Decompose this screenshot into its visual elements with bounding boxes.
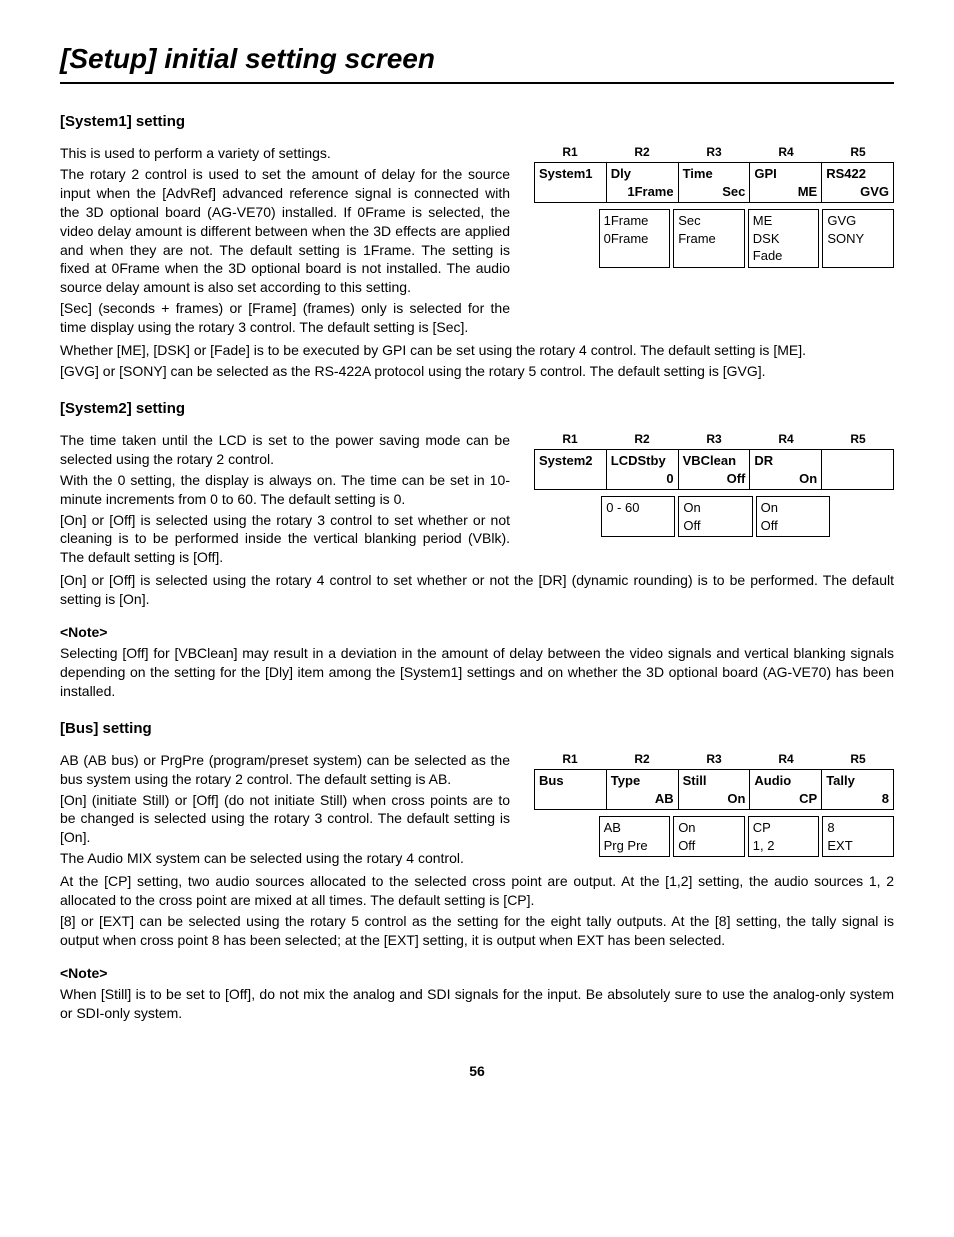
system2-p2: With the 0 setting, the display is alway… [60, 471, 510, 509]
system1-options: 1Frame0Frame SecFrame MEDSKFade GVGSONY [534, 209, 894, 268]
bus-p1: AB (AB bus) or PrgPre (program/preset sy… [60, 751, 510, 789]
rotary-labels: R1R2R3R4R5 [534, 144, 894, 160]
system1-intro: This is used to perform a variety of set… [60, 144, 510, 163]
bus-p2: [On] (initiate Still) or [Off] (do not i… [60, 791, 510, 848]
system1-p2: [Sec] (seconds + frames) or [Frame] (fra… [60, 299, 510, 337]
system1-heading: [System1] setting [60, 112, 894, 132]
system2-p4: [On] or [Off] is selected using the rota… [60, 571, 894, 609]
bus-heading: [Bus] setting [60, 719, 894, 739]
system1-p4: [GVG] or [SONY] can be selected as the R… [60, 362, 894, 381]
system2-row: System2 LCDStby0 VBCleanOff DROn [534, 449, 894, 490]
bus-row: Bus TypeAB StillOn AudioCP Tally8 [534, 769, 894, 810]
system2-note: Selecting [Off] for [VBClean] may result… [60, 644, 894, 701]
system1-p3: Whether [ME], [DSK] or [Fade] is to be e… [60, 341, 894, 360]
rotary-labels: R1R2R3R4R5 [534, 431, 894, 447]
system2-p1: The time taken until the LCD is set to t… [60, 431, 510, 469]
bus-p3: The Audio MIX system can be selected usi… [60, 849, 510, 868]
system2-p3: [On] or [Off] is selected using the rota… [60, 511, 510, 568]
system2-options: 0 - 60 OnOff OnOff [534, 496, 894, 537]
bus-p4: At the [CP] setting, two audio sources a… [60, 872, 894, 910]
bus-p5: [8] or [EXT] can be selected using the r… [60, 912, 894, 950]
system1-p1: The rotary 2 control is used to set the … [60, 165, 510, 297]
system2-note-label: <Note> [60, 623, 894, 642]
page-title: [Setup] initial setting screen [60, 40, 894, 84]
rotary-labels: R1R2R3R4R5 [534, 751, 894, 767]
bus-note: When [Still] is to be set to [Off], do n… [60, 985, 894, 1023]
bus-note-label: <Note> [60, 964, 894, 983]
bus-options: ABPrg Pre OnOff CP1, 2 8EXT [534, 816, 894, 857]
page-number: 56 [60, 1062, 894, 1081]
system1-row: System1 Dly1Frame TimeSec GPIME RS422GVG [534, 162, 894, 203]
system2-heading: [System2] setting [60, 399, 894, 419]
